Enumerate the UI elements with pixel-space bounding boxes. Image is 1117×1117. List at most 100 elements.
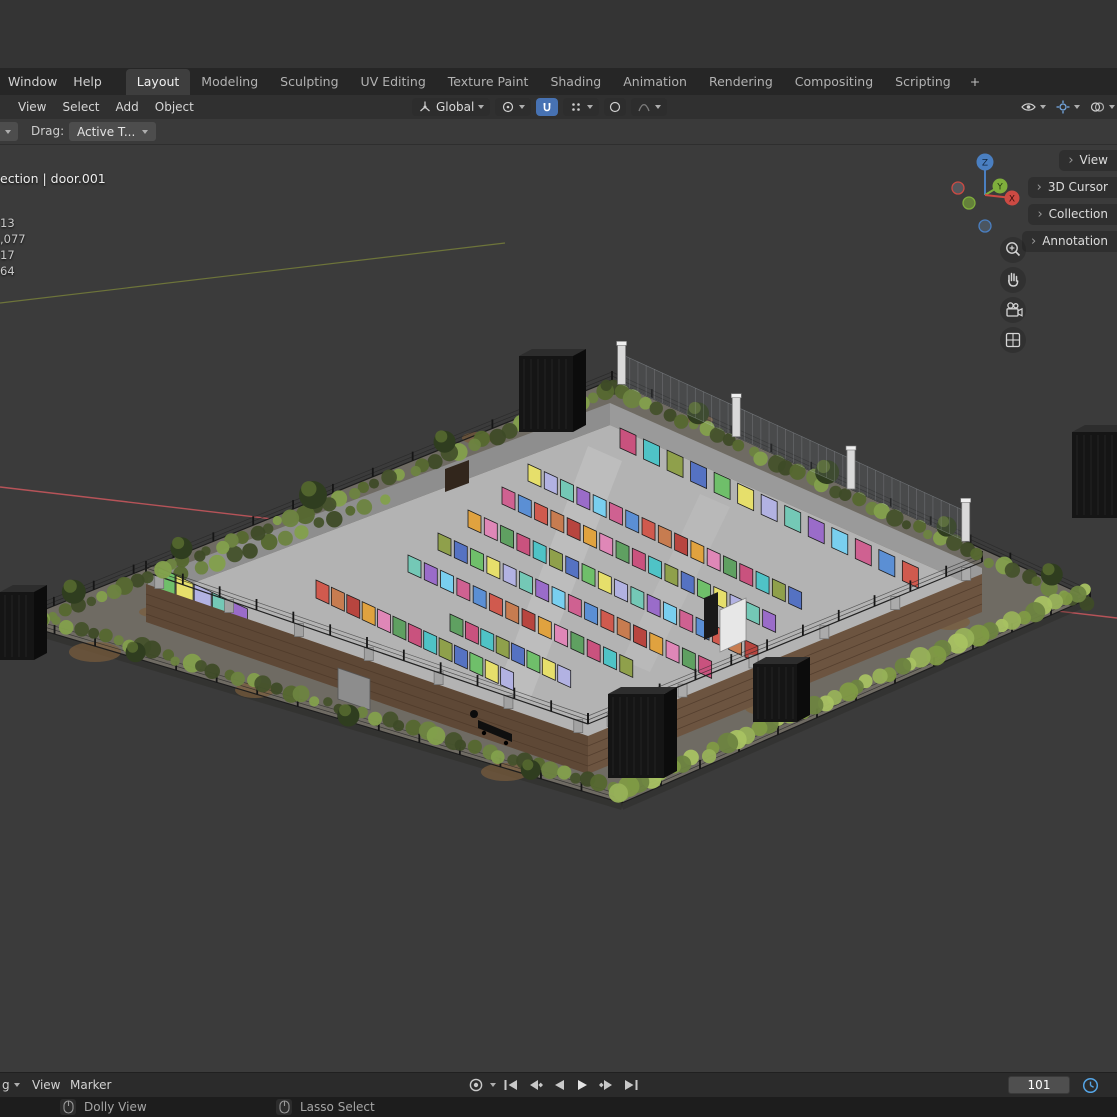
drag-mode-dropdown[interactable]: Active T... [69,122,156,141]
viewport-header: View Select Add Object Global [0,95,1117,119]
transform-orientation-dropdown[interactable]: Global [412,98,490,116]
orientation-icon [418,100,432,114]
snap-settings-dropdown[interactable] [563,98,599,116]
tool-mode-dropdown[interactable] [0,122,18,141]
pan-button[interactable] [1000,267,1026,293]
pivot-point-dropdown[interactable] [495,98,531,116]
sidebar-tab-3d-cursor[interactable]: › 3D Cursor [1028,177,1117,198]
zoom-button[interactable] [1000,237,1026,263]
mouse-icon [60,1099,76,1115]
chevron-down-icon [1109,105,1115,109]
workspace-tabs: Layout Modeling Sculpting UV Editing Tex… [126,68,988,95]
active-object-info: ection | door.001 [0,171,106,186]
play-button[interactable] [573,1077,592,1093]
snap-grid-icon [569,100,583,114]
current-frame-field[interactable]: 101 [1008,1076,1070,1094]
stat-line: ,077 [0,231,26,247]
chevron-down-icon [478,105,484,109]
timeline-menu-view[interactable]: View [32,1073,60,1097]
menu-window[interactable]: Window [0,68,65,95]
prev-keyframe-button[interactable] [525,1077,544,1093]
tab-animation[interactable]: Animation [612,69,698,95]
auto-keying-toggle[interactable] [1081,1076,1100,1095]
tab-uv-editing[interactable]: UV Editing [350,69,437,95]
viewport-menus: View Select Add Object [10,95,202,119]
tab-shading[interactable]: Shading [539,69,612,95]
transform-controls: Global [412,95,667,119]
play-icon [576,1079,590,1091]
menu-help[interactable]: Help [65,68,110,95]
sidebar-tab-label: Collection [1049,207,1108,221]
prev-keyframe-icon [527,1079,543,1091]
popover-fragment-label: g [2,1078,10,1092]
viewport-nav-buttons [1000,237,1026,353]
magnet-icon [540,100,554,114]
play-reverse-icon [552,1079,566,1091]
next-keyframe-button[interactable] [597,1077,616,1093]
proportional-falloff-dropdown[interactable] [631,98,667,116]
eye-icon [1020,99,1037,115]
jump-to-end-button[interactable] [621,1077,640,1093]
proportional-icon [608,100,622,114]
axis-neg-x[interactable] [952,182,964,194]
tab-modeling[interactable]: Modeling [190,69,269,95]
jump-to-start-button[interactable] [501,1077,520,1093]
drag-label: Drag: [31,119,64,144]
record-icon [468,1077,484,1093]
chevron-down-icon [1040,105,1046,109]
status-hint-lasso: Lasso Select [276,1097,375,1117]
gizmos-dropdown[interactable] [1055,99,1080,115]
chevron-down-icon [1074,105,1080,109]
next-keyframe-icon [599,1079,615,1091]
tab-sculpting[interactable]: Sculpting [269,69,349,95]
tab-compositing[interactable]: Compositing [784,69,884,95]
axis-neg-y[interactable] [963,197,975,209]
axis-neg-z[interactable] [979,220,991,232]
status-hint-label: Lasso Select [300,1100,375,1114]
tab-texture-paint[interactable]: Texture Paint [437,69,540,95]
axis-z-label: Z [982,159,988,169]
pivot-icon [501,100,515,114]
proportional-editing-toggle[interactable] [604,98,626,116]
snap-toggle[interactable] [536,98,558,116]
menu-select[interactable]: Select [54,95,107,119]
stat-line: 17 [0,247,26,263]
chevron-down-icon [14,1083,20,1087]
navigation-gizmo[interactable]: Z Y X [930,148,1040,243]
toggle-projection-button[interactable] [1000,327,1026,353]
gizmo-icon [1055,99,1071,115]
viewport-3d[interactable]: ection | door.001 13 ,077 17 64 › View ›… [0,145,1117,1072]
stat-line: 13 [0,215,26,231]
camera-view-button[interactable] [1000,297,1026,323]
drag-mode-value: Active T... [77,125,135,139]
status-bar: Dolly View Lasso Select [0,1097,1117,1117]
timeline-popover-fragment[interactable]: g [2,1073,20,1097]
visibility-dropdown[interactable] [1020,99,1046,115]
zoom-icon [1001,238,1025,262]
record-button[interactable] [466,1077,485,1093]
timeline-bar: g View Marker [0,1072,1117,1097]
status-hint-dolly: Dolly View [60,1097,147,1117]
sidebar-tab-collection[interactable]: › Collection [1028,204,1117,225]
tab-rendering[interactable]: Rendering [698,69,784,95]
overlays-icon [1089,99,1106,115]
axis-x-label: X [1009,195,1015,205]
tab-scripting[interactable]: Scripting [884,69,962,95]
status-hint-label: Dolly View [84,1100,147,1114]
tab-layout[interactable]: Layout [126,69,191,95]
menu-add[interactable]: Add [108,95,147,119]
topbar: Window Help Layout Modeling Sculpting UV… [0,68,1117,95]
pan-hand-icon [1001,268,1025,292]
sidebar-tab-view[interactable]: › View [1059,150,1117,171]
play-reverse-button[interactable] [549,1077,568,1093]
chevron-down-icon [655,105,661,109]
timeline-menu-marker[interactable]: Marker [70,1073,111,1097]
chevron-down-icon [519,105,525,109]
overlays-dropdown[interactable] [1089,99,1115,115]
viewport-3d-scene[interactable] [0,145,1117,1072]
jump-start-icon [503,1079,519,1091]
add-workspace-button[interactable]: + [962,69,988,95]
menu-object[interactable]: Object [147,95,202,119]
chevron-down-icon [587,105,593,109]
menu-view[interactable]: View [10,95,54,119]
